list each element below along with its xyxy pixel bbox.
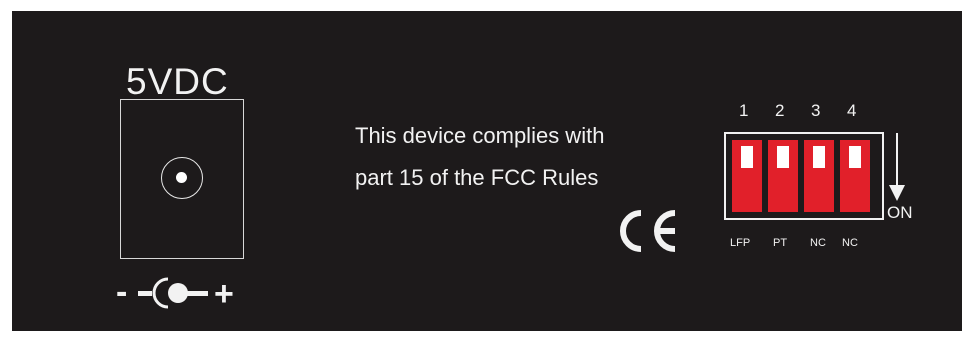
center-positive-polarity-icon: - +	[116, 273, 234, 313]
arrow-down-icon	[889, 133, 905, 201]
fcc-text-line-2: part 15 of the FCC Rules	[355, 165, 599, 190]
power-rating-label: 5VDC	[126, 61, 229, 102]
switch-number-3: 3	[811, 101, 821, 120]
switch-label-nc-4: NC	[842, 237, 858, 249]
dip-switch-3[interactable]	[804, 140, 834, 212]
switch-label-nc-3: NC	[810, 237, 826, 249]
switch-label-lfp: LFP	[730, 237, 751, 249]
dip-switch-4[interactable]	[840, 140, 870, 212]
device-rear-panel: 5VDC - + This device complies with part …	[12, 11, 962, 331]
polarity-plus: +	[214, 275, 234, 313]
dip-switch-block	[724, 132, 884, 220]
dc-barrel-jack-icon	[161, 157, 203, 199]
switch-number-4: 4	[847, 101, 857, 120]
polarity-minus: -	[116, 273, 127, 311]
ce-mark-icon	[620, 210, 676, 252]
jack-center-pin	[176, 172, 187, 183]
switch-number-2: 2	[775, 101, 785, 120]
on-label: ON	[887, 203, 913, 222]
dc-power-jack	[120, 99, 244, 259]
fcc-text-line-1: This device complies with	[355, 123, 605, 148]
switch-number-1: 1	[739, 101, 749, 120]
dip-switch-2[interactable]	[768, 140, 798, 212]
dip-switch-1[interactable]	[732, 140, 762, 212]
switch-label-pt: PT	[773, 237, 788, 249]
